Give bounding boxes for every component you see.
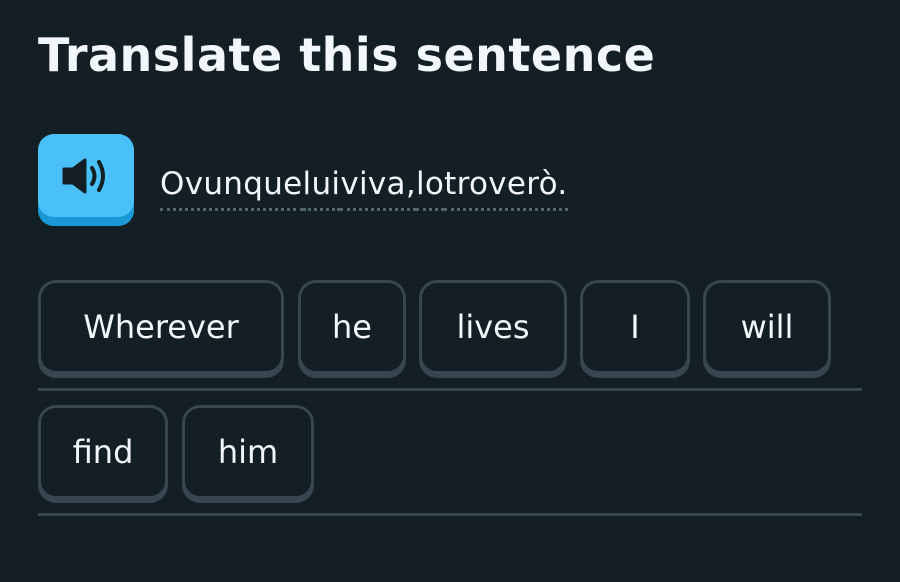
- answer-line: [38, 388, 862, 391]
- word-tile[interactable]: find: [38, 405, 168, 499]
- prompt-word[interactable]: viva,: [340, 166, 416, 211]
- word-tile[interactable]: will: [703, 280, 831, 374]
- play-audio-button[interactable]: [38, 134, 134, 226]
- word-tile[interactable]: he: [298, 280, 406, 374]
- prompt-word[interactable]: Ovunque: [160, 166, 303, 211]
- word-tile[interactable]: him: [182, 405, 314, 499]
- word-tile[interactable]: lives: [419, 280, 567, 374]
- answer-line: [38, 513, 862, 516]
- word-tile[interactable]: I: [580, 280, 690, 374]
- prompt-word[interactable]: lui: [302, 166, 341, 211]
- page-title: Translate this sentence: [38, 28, 656, 82]
- speaker-icon: [62, 158, 105, 194]
- prompt-word[interactable]: troverò.: [444, 166, 568, 211]
- word-tile[interactable]: Wherever: [38, 280, 284, 374]
- prompt-word[interactable]: lo: [415, 166, 445, 211]
- source-sentence: Ovunque lui viva, lo troverò.: [160, 166, 568, 211]
